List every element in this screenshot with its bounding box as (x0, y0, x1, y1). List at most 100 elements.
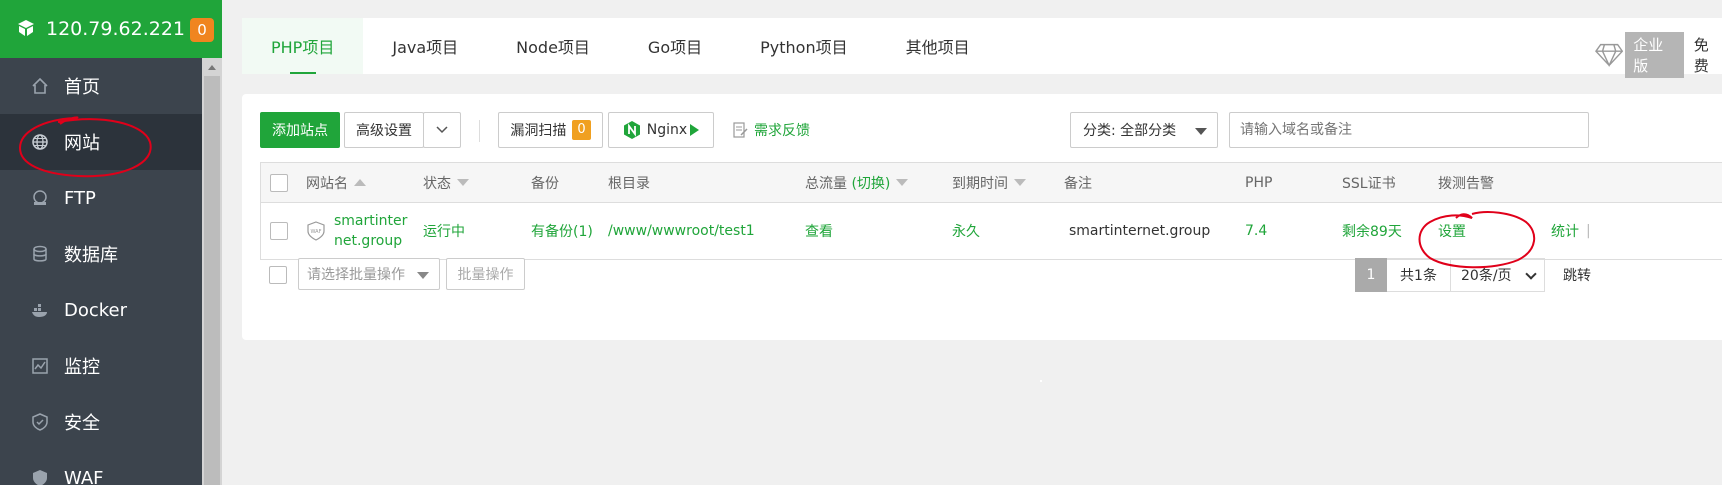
site-table: 网站名 状态 备份 根目录 总流量 (切换) 到期时间 备注 PHP SSL证书… (260, 162, 1722, 260)
search-input[interactable] (1229, 112, 1589, 148)
sidebar-item-waf[interactable]: WAF (0, 450, 202, 485)
col-backup: 备份 (531, 175, 559, 192)
tab-node[interactable]: Node项目 (487, 18, 619, 74)
col-traffic[interactable]: 总流量 (切换) (805, 163, 909, 202)
col-site-name[interactable]: 网站名 (306, 163, 366, 202)
sort-up-icon (354, 179, 366, 186)
row-select-cell (270, 203, 288, 259)
docker-icon (30, 300, 50, 320)
table-row: WAF smartinter net.group 运行中 有备份(1) /www… (261, 203, 1722, 259)
pagination: 1 共1条 20条/页 跳转 (1355, 258, 1591, 292)
table-footer: 请选择批量操作 批量操作 1 共1条 20条/页 跳转 (260, 258, 1722, 292)
diamond-icon (1595, 43, 1624, 68)
sidebar-item-label: 安全 (64, 413, 100, 434)
traffic-switch-link[interactable]: (切换) (851, 173, 890, 193)
vuln-count-badge: 0 (572, 120, 591, 140)
tab-go[interactable]: Go项目 (619, 18, 731, 74)
jump-label: 跳转 (1563, 268, 1591, 284)
add-site-button[interactable]: 添加站点 (260, 112, 340, 148)
sort-down-icon (457, 179, 469, 186)
site-name-link[interactable]: smartinter net.group (334, 211, 407, 251)
stats-link[interactable]: 统计 (1551, 203, 1579, 259)
sidebar-item-security[interactable]: 安全 (0, 394, 202, 450)
traffic-view-link[interactable]: 查看 (805, 203, 833, 259)
tab-other[interactable]: 其他项目 (877, 18, 999, 74)
nginx-label: Nginx (646, 122, 688, 138)
current-page[interactable]: 1 (1355, 258, 1387, 292)
page-size-select[interactable]: 20条/页 (1451, 258, 1545, 292)
status-running[interactable]: 运行中 (423, 203, 465, 259)
batch-action-button[interactable]: 批量操作 (446, 258, 525, 290)
php-version-link[interactable]: 7.4 (1245, 203, 1267, 259)
sidebar-item-home[interactable]: 首页 (0, 58, 202, 114)
batch-action-select[interactable]: 请选择批量操作 (298, 258, 440, 290)
edit-note-icon (733, 122, 748, 138)
svg-text:WAF: WAF (311, 229, 322, 235)
sidebar-item-label: Docker (64, 299, 128, 321)
select-all-cell (270, 163, 288, 202)
sort-down-icon (896, 179, 909, 186)
play-icon (690, 124, 700, 136)
sidebar-menu: 首页 网站 FTP 数据库 Docker 监控 安全 WAF (0, 58, 202, 485)
col-status[interactable]: 状态 (423, 163, 469, 202)
advanced-dropdown-button[interactable] (423, 112, 461, 148)
feedback-link[interactable]: 需求反馈 (732, 112, 810, 148)
select-all-checkbox[interactable] (270, 173, 288, 192)
remark-text[interactable]: smartinternet.group (1069, 203, 1210, 259)
col-remark: 备注 (1064, 175, 1092, 192)
home-icon (30, 76, 50, 96)
probe-settings-link[interactable]: 设置 (1438, 203, 1466, 259)
sidebar-item-docker[interactable]: Docker (0, 282, 202, 338)
caret-down-icon (417, 272, 429, 279)
sidebar-scrollbar[interactable] (202, 58, 222, 485)
waf-icon (30, 468, 50, 485)
category-select[interactable]: 分类: 全部分类 (1070, 112, 1218, 148)
caret-down-icon (1195, 128, 1207, 135)
free-label[interactable]: 免费 (1694, 34, 1722, 76)
feedback-label: 需求反馈 (754, 123, 810, 139)
chevron-down-icon (1525, 268, 1537, 280)
waf-shield-icon: WAF (307, 221, 325, 241)
toolbar-divider (479, 120, 480, 142)
row-checkbox[interactable] (270, 222, 288, 240)
scrollbar-thumb[interactable] (204, 76, 220, 485)
nginx-icon (623, 121, 640, 139)
sidebar-item-label: 首页 (64, 77, 100, 98)
sidebar-item-monitor[interactable]: 监控 (0, 338, 202, 394)
ssl-status-link[interactable]: 剩余89天 (1342, 203, 1402, 259)
col-root: 根目录 (608, 175, 650, 192)
sidebar-item-database[interactable]: 数据库 (0, 226, 202, 282)
vuln-scan-button[interactable]: 漏洞扫描 0 (498, 112, 603, 148)
backup-link[interactable]: 有备份(1) (531, 203, 593, 259)
scroll-up-arrow-icon[interactable] (208, 65, 216, 70)
expire-link[interactable]: 永久 (952, 203, 980, 259)
globe-icon (30, 132, 50, 152)
batch-select-checkbox[interactable] (269, 266, 287, 284)
notification-badge[interactable]: 0 (190, 18, 214, 42)
tab-php[interactable]: PHP项目 (242, 18, 364, 74)
col-expire[interactable]: 到期时间 (952, 163, 1026, 202)
site-list-card: 添加站点 高级设置 漏洞扫描 0 Nginx 需求反馈 分类: 全部分类 网站名 (242, 94, 1722, 340)
server-ip: 120.79.62.221 (46, 18, 186, 40)
batch-action-placeholder: 请选择批量操作 (307, 267, 405, 283)
enterprise-badge[interactable]: 企业版 免费 (1595, 32, 1722, 78)
sidebar-item-label: 数据库 (64, 245, 118, 266)
server-logo-icon (18, 20, 34, 36)
col-php: PHP (1245, 174, 1273, 191)
sidebar-item-label: FTP (64, 187, 96, 209)
tab-python[interactable]: Python项目 (731, 18, 876, 74)
nginx-button[interactable]: Nginx (608, 112, 714, 148)
enterprise-label: 企业版 (1625, 32, 1684, 78)
advanced-settings-button[interactable]: 高级设置 (344, 112, 424, 148)
monitor-icon (30, 356, 50, 376)
sidebar-item-website[interactable]: 网站 (0, 114, 202, 170)
tab-java[interactable]: Java项目 (363, 18, 487, 74)
sidebar-item-label: 监控 (64, 357, 100, 378)
chevron-down-icon (436, 126, 448, 134)
vuln-scan-label: 漏洞扫描 (510, 123, 567, 139)
sidebar-item-ftp[interactable]: FTP (0, 170, 202, 226)
action-divider: | (1586, 223, 1591, 239)
table-header: 网站名 状态 备份 根目录 总流量 (切换) 到期时间 备注 PHP SSL证书… (261, 163, 1722, 203)
root-dir-link[interactable]: /www/wwwroot/test1 (608, 203, 755, 259)
sidebar: 120.79.62.221 0 首页 网站 FTP 数据库 Docker 监控 … (0, 0, 222, 485)
